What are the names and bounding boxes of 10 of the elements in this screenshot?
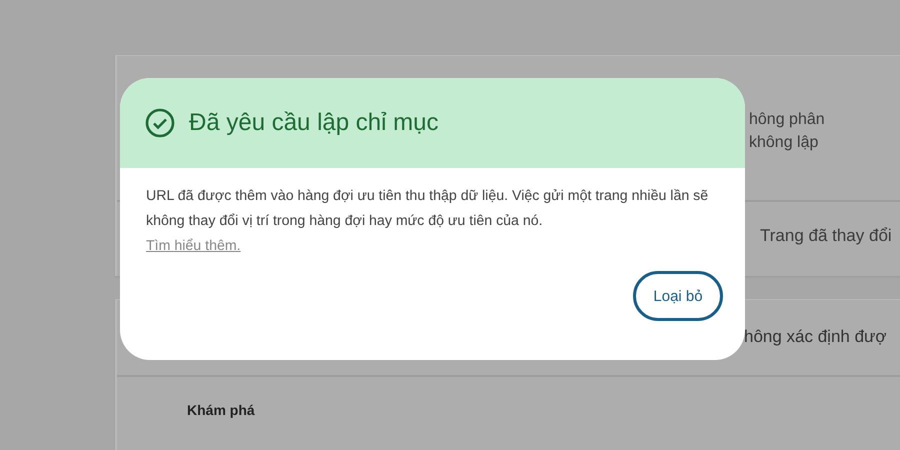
learn-more-link[interactable]: Tìm hiểu thêm. [146, 234, 241, 259]
section-heading: Khám phá [187, 402, 255, 418]
card-text: hông phân [749, 110, 825, 130]
card-text: hông xác định đượ [744, 327, 887, 346]
dialog-title: Đã yêu cầu lập chỉ mục [189, 109, 438, 137]
check-circle-icon [145, 108, 175, 138]
dialog-message: URL đã được thêm vào hàng đợi ưu tiên thu thập dữ liệu. Việc gửi một trang nhiều lần sẽ không thay đổi vị trí trong hàng đợi hay mức độ ưu tiên của nó. [146, 187, 710, 231]
dismiss-button[interactable]: Loại bỏ [633, 271, 723, 321]
card-footer-text: Trang đã thay đổi [760, 226, 892, 245]
card-text: không lập [749, 133, 818, 153]
